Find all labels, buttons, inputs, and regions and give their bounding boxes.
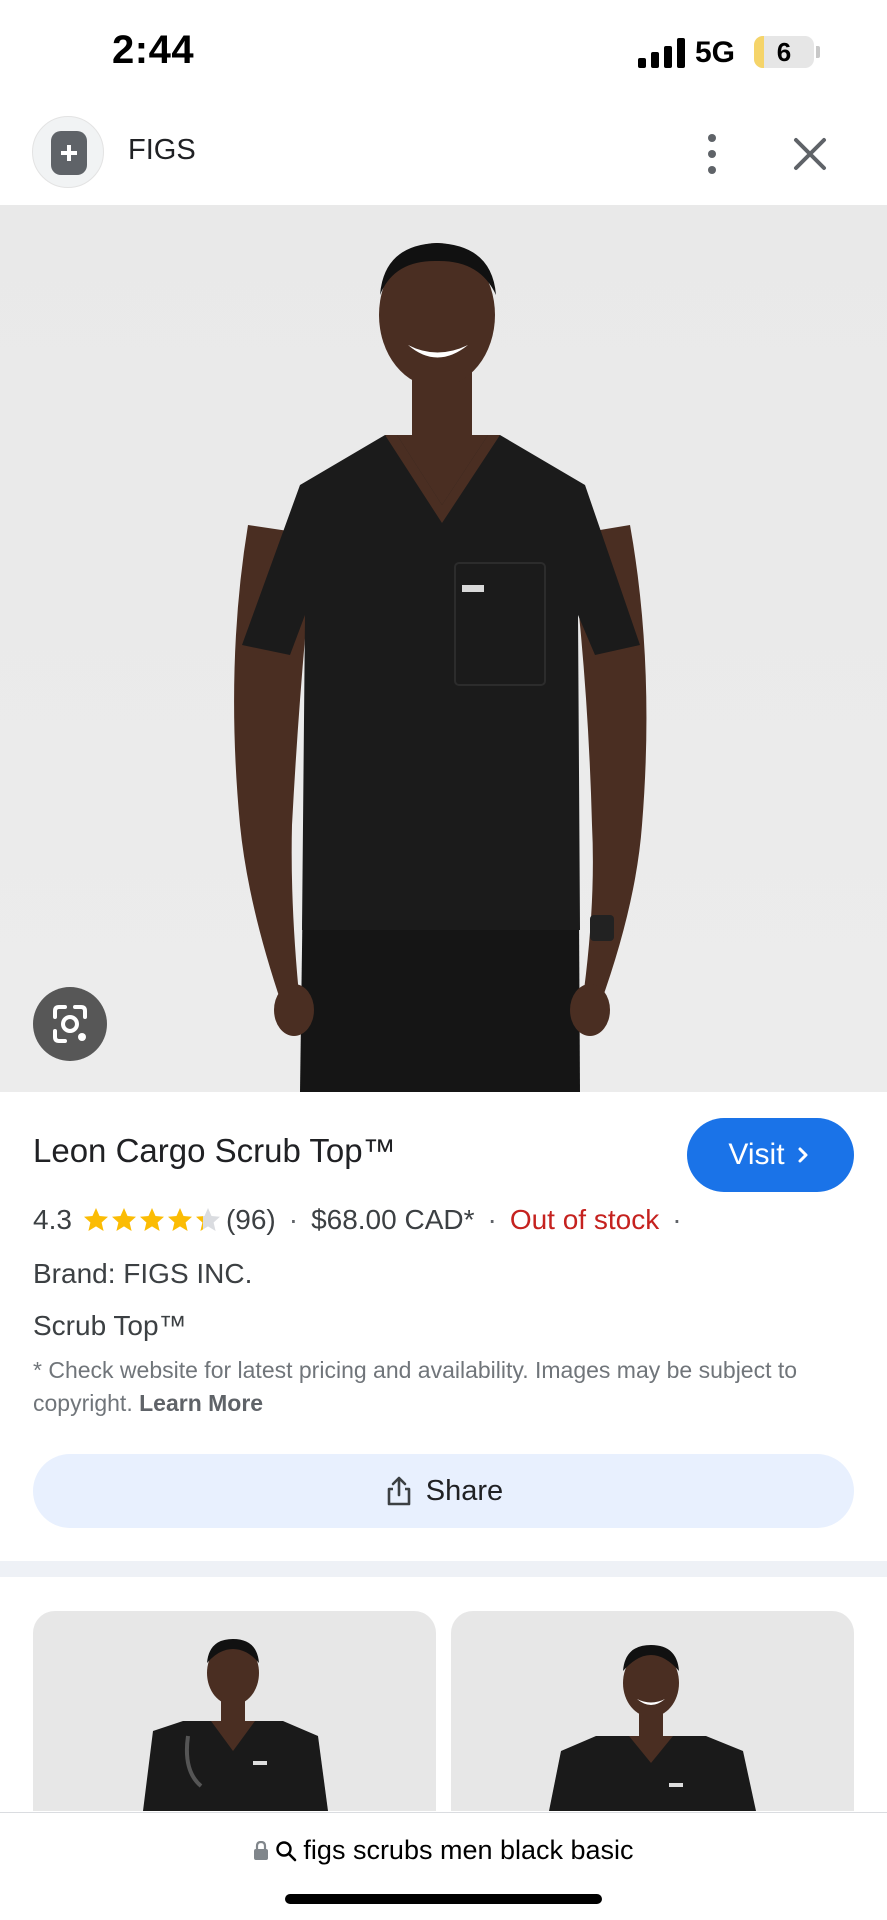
status-bar: 2:44 5G 6 <box>0 0 887 104</box>
brand-label: Brand: FIGS INC. <box>33 1258 253 1289</box>
stock-status: Out of stock <box>509 1204 660 1235</box>
rating-stars <box>82 1206 222 1234</box>
related-product-image <box>549 1645 756 1811</box>
battery-icon: 6 <box>754 36 814 68</box>
separator-dot: · <box>288 1204 299 1235</box>
review-count[interactable]: (96) <box>226 1204 276 1236</box>
rating-value: 4.3 <box>33 1204 72 1235</box>
star-icon <box>111 1208 136 1231</box>
separator-dot: · <box>672 1204 682 1235</box>
share-label: Share <box>425 1474 504 1507</box>
lock-icon <box>254 1840 269 1860</box>
url-content: figs scrubs men black basic <box>0 1835 887 1866</box>
url-text: figs scrubs men black basic <box>303 1835 634 1865</box>
site-icon[interactable] <box>32 116 104 188</box>
meta-row: 4.3 (96) · $68.00 CAD* · Out of stock · <box>33 1204 695 1236</box>
related-product-card[interactable] <box>33 1611 436 1811</box>
star-icon <box>167 1208 192 1231</box>
model-illustration <box>234 243 647 1092</box>
separator-dot: · <box>487 1204 497 1235</box>
share-icon <box>387 1476 411 1506</box>
price: $68.00 CAD* <box>311 1204 475 1235</box>
product-image[interactable] <box>0 205 887 1092</box>
related-product-image <box>143 1639 328 1811</box>
learn-more-link[interactable]: Learn More <box>139 1390 263 1416</box>
related-product-card[interactable] <box>451 1611 854 1811</box>
status-time: 2:44 <box>112 28 195 72</box>
star-icon <box>139 1208 164 1231</box>
chevron-right-icon <box>798 1147 808 1163</box>
disclaimer: * Check website for latest pricing and a… <box>33 1354 863 1420</box>
star-icon <box>83 1208 108 1231</box>
home-indicator[interactable] <box>285 1894 602 1904</box>
star-icon <box>195 1208 220 1231</box>
battery-cap <box>816 46 820 58</box>
lens-icon[interactable] <box>33 987 107 1061</box>
product-title: Leon Cargo Scrub Top™ <box>33 1132 396 1169</box>
more-vert-icon[interactable] <box>688 128 736 180</box>
signal-icon <box>638 38 685 68</box>
network-type: 5G <box>695 36 736 69</box>
visit-label: Visit <box>728 1138 785 1171</box>
share-button[interactable]: Share <box>33 1454 854 1528</box>
battery-level: 6 <box>776 37 792 67</box>
section-divider <box>0 1561 887 1577</box>
site-name: FIGS <box>128 134 196 166</box>
close-icon[interactable] <box>784 128 836 180</box>
visit-button[interactable]: Visit <box>687 1118 854 1192</box>
search-icon <box>276 1840 297 1861</box>
browser-header: FIGS <box>0 104 887 204</box>
category-label: Scrub Top™ <box>33 1310 187 1341</box>
